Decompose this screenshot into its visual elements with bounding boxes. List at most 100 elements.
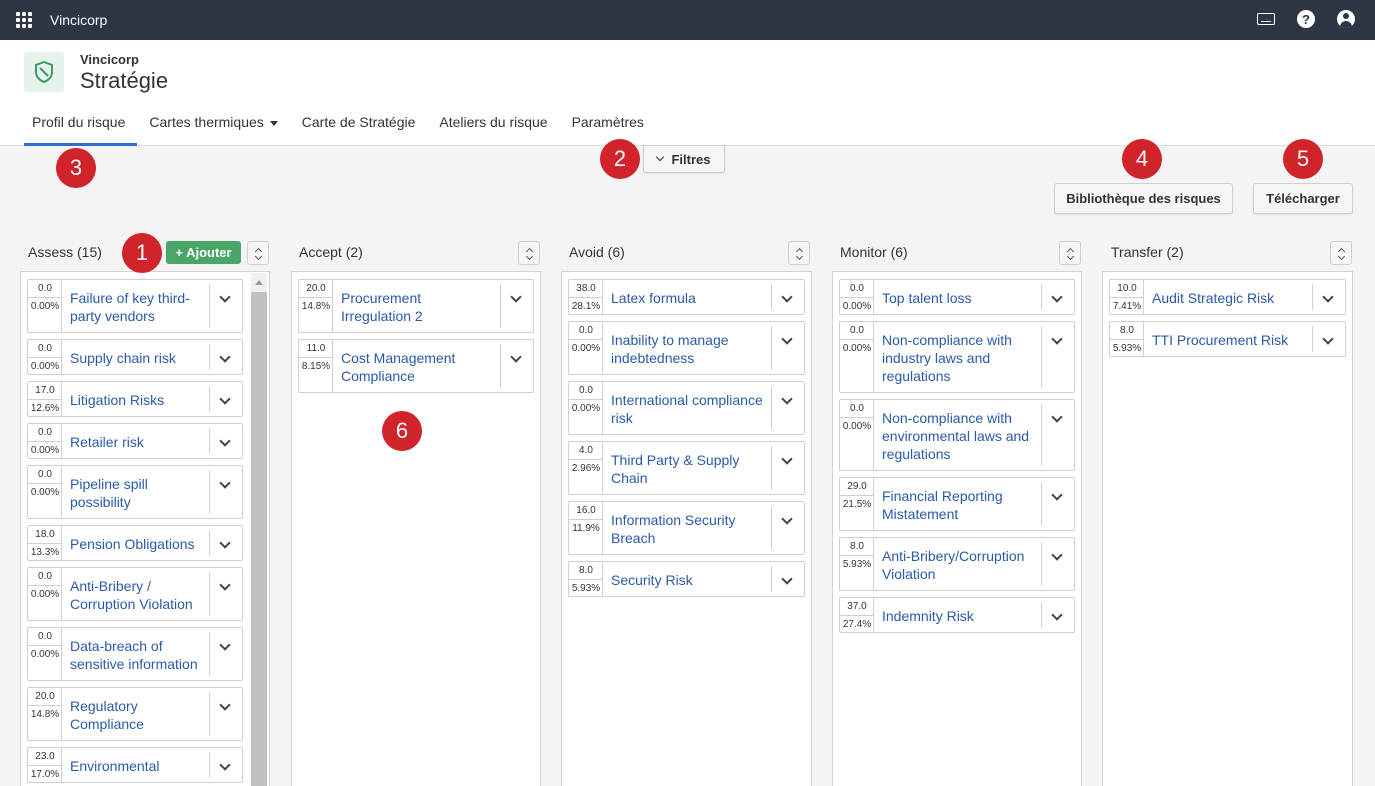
risk-link[interactable]: Financial Reporting Mistatement [882,487,1034,523]
expand-button[interactable] [1312,284,1345,310]
expand-button[interactable] [771,446,804,490]
risk-card[interactable]: 29.0 21.5% Financial Reporting Mistatement [839,477,1075,531]
expand-button[interactable] [209,572,242,616]
expand-button[interactable] [209,530,242,556]
risk-link[interactable]: Supply chain risk [70,349,202,367]
expand-button[interactable] [1041,542,1074,586]
expand-button[interactable] [209,692,242,736]
risk-card[interactable]: 10.0 7.41% Audit Strategic Risk [1109,279,1346,315]
risk-card[interactable]: 16.0 11.9% Information Security Breach [568,501,805,555]
keyboard-icon[interactable] [1257,13,1275,25]
sort-monitor-button[interactable] [1059,241,1081,265]
tab-risk-profile[interactable]: Profil du risque [20,112,138,146]
risk-link[interactable]: Litigation Risks [70,391,202,409]
expand-button[interactable] [1312,326,1345,352]
risk-link[interactable]: Audit Strategic Risk [1152,289,1305,307]
expand-button[interactable] [1041,326,1074,388]
risk-link[interactable]: Retailer risk [70,433,202,451]
risk-card[interactable]: 0.0 0.00% Inability to manage indebtedness [568,321,805,375]
risk-link[interactable]: Non-compliance with environmental laws a… [882,409,1034,463]
risk-card[interactable]: 0.0 0.00% Supply chain risk [27,339,243,375]
expand-button[interactable] [209,632,242,676]
add-risk-button[interactable]: + Ajouter [166,241,241,264]
risk-card[interactable]: 8.0 5.93% Security Risk [568,561,805,597]
risk-card[interactable]: 0.0 0.00% Retailer risk [27,423,243,459]
expand-button[interactable] [500,344,533,388]
expand-button[interactable] [771,284,804,310]
risk-link[interactable]: Information Security Breach [611,511,764,547]
risk-card[interactable]: 23.0 17.0% Environmental [27,747,243,783]
expand-button[interactable] [209,386,242,412]
risk-card[interactable]: 18.0 13.3% Pension Obligations [27,525,243,561]
risk-card[interactable]: 0.0 0.00% Data-breach of sensitive informa… [27,627,243,681]
risk-link[interactable]: Inability to manage indebtedness [611,331,764,367]
risk-card[interactable]: 4.0 2.96% Third Party & Supply Chain [568,441,805,495]
risk-link[interactable]: Pension Obligations [70,535,202,553]
risk-card[interactable]: 0.0 0.00% Pipeline spill possibility [27,465,243,519]
tab-strategy-map[interactable]: Carte de Stratégie [290,112,428,146]
risk-library-button[interactable]: Bibliothèque des risques [1054,183,1233,214]
assess-scrollbar[interactable] [251,273,267,786]
risk-card[interactable]: 20.0 14.8% Regulatory Compliance [27,687,243,741]
expand-button[interactable] [1041,284,1074,310]
expand-button[interactable] [209,470,242,514]
risk-link[interactable]: Latex formula [611,289,764,307]
risk-link[interactable]: Indemnity Risk [882,607,1034,625]
risk-card[interactable]: 38.0 28.1% Latex formula [568,279,805,315]
risk-card[interactable]: 0.0 0.00% Anti-Bribery / Corruption Violat… [27,567,243,621]
risk-link[interactable]: Pipeline spill possibility [70,475,202,511]
risk-link[interactable]: Procurement Irregulation 2 [341,289,493,325]
risk-link[interactable]: Failure of key third-party vendors [70,289,202,325]
risk-link[interactable]: Third Party & Supply Chain [611,451,764,487]
chevron-down-icon [219,291,231,303]
risk-card[interactable]: 0.0 0.00% Failure of key third-party vendo… [27,279,243,333]
expand-button[interactable] [1041,602,1074,628]
expand-button[interactable] [209,752,242,778]
risk-card[interactable]: 8.0 5.93% Anti-Bribery/Corruption Violatio… [839,537,1075,591]
sort-assess-button[interactable] [247,241,269,265]
expand-button[interactable] [771,566,804,592]
scrollbar-thumb[interactable] [251,292,267,786]
risk-card[interactable]: 0.0 0.00% Non-compliance with industry law… [839,321,1075,393]
scroll-up-icon[interactable] [255,280,263,285]
risk-link[interactable]: Non-compliance with industry laws and re… [882,331,1034,385]
filters-button[interactable]: Filtres [643,145,725,173]
tab-risk-workshops[interactable]: Ateliers du risque [427,112,559,146]
user-avatar-icon[interactable] [1337,10,1355,28]
risk-card[interactable]: 8.0 5.93% TTI Procurement Risk [1109,321,1346,357]
risk-card[interactable]: 0.0 0.00% Top talent loss [839,279,1075,315]
risk-link[interactable]: Security Risk [611,571,764,589]
risk-link[interactable]: Anti-Bribery / Corruption Violation [70,577,202,613]
tab-heatmaps[interactable]: Cartes thermiques [137,112,289,146]
risk-link[interactable]: TTI Procurement Risk [1152,331,1305,349]
risk-link[interactable]: International compliance risk [611,391,764,427]
risk-card[interactable]: 20.0 14.8% Procurement Irregulation 2 [298,279,534,333]
expand-button[interactable] [771,506,804,550]
risk-card[interactable]: 0.0 0.00% Non-compliance with environmenta… [839,399,1075,471]
sort-accept-button[interactable] [518,241,540,265]
expand-button[interactable] [209,428,242,454]
expand-button[interactable] [771,386,804,430]
sort-avoid-button[interactable] [788,241,810,265]
expand-button[interactable] [500,284,533,328]
risk-link[interactable]: Data-breach of sensitive information [70,637,202,673]
risk-link[interactable]: Top talent loss [882,289,1034,307]
risk-link[interactable]: Anti-Bribery/Corruption Violation [882,547,1034,583]
app-launcher-icon[interactable] [16,12,32,28]
risk-card[interactable]: 11.0 8.15% Cost Management Compliance [298,339,534,393]
risk-link[interactable]: Environmental [70,757,202,775]
help-icon[interactable]: ? [1297,10,1315,28]
risk-link[interactable]: Regulatory Compliance [70,697,202,733]
sort-transfer-button[interactable] [1330,241,1352,265]
expand-button[interactable] [1041,482,1074,526]
expand-button[interactable] [771,326,804,370]
risk-card[interactable]: 37.0 27.4% Indemnity Risk [839,597,1075,633]
risk-card[interactable]: 0.0 0.00% International compliance risk [568,381,805,435]
risk-card[interactable]: 17.0 12.6% Litigation Risks [27,381,243,417]
expand-button[interactable] [209,344,242,370]
download-button[interactable]: Télécharger [1253,183,1353,214]
tab-settings[interactable]: Paramètres [560,112,656,146]
expand-button[interactable] [1041,404,1074,466]
risk-link[interactable]: Cost Management Compliance [341,349,493,385]
expand-button[interactable] [209,284,242,328]
